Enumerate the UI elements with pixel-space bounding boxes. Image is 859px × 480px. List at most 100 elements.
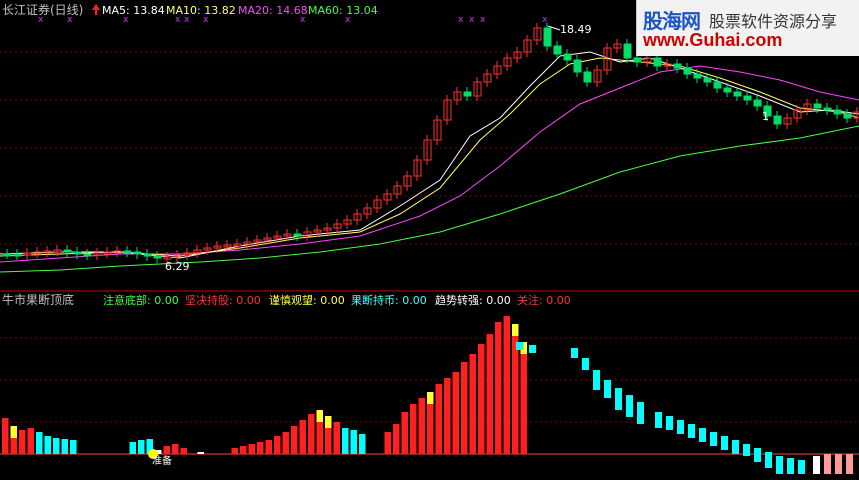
indicator-bar (435, 384, 442, 454)
indicator-bar (19, 430, 26, 454)
up-arrow-icon (92, 4, 100, 15)
indicator-label: 果断持币: 0.00 (351, 293, 427, 307)
indicator-title: 牛市果断顶底 (2, 292, 74, 307)
indicator-bar (299, 420, 306, 454)
indicator-bar-top (325, 416, 332, 428)
indicator-bar (495, 322, 502, 454)
indicator-bar (257, 442, 264, 454)
candle-body (583, 71, 592, 83)
watermark-slogan: 股票软件资源分享 (709, 12, 838, 31)
indicator-bar (478, 344, 485, 454)
indicator-bar (2, 418, 9, 454)
candle-body (813, 103, 822, 109)
indicator-bar (129, 442, 136, 454)
low-price-mark: 1 (762, 110, 769, 123)
candle-body (463, 91, 472, 97)
indicator-bar (180, 448, 187, 454)
candle-body (543, 27, 552, 47)
svg-text:x: x (175, 15, 181, 25)
indicator-bar (308, 414, 315, 454)
candle-body (773, 115, 782, 125)
indicator-bar (384, 432, 391, 454)
candle-body (573, 59, 582, 73)
svg-text:x: x (300, 15, 306, 25)
candle-body (733, 91, 742, 97)
indicator-bar (393, 424, 400, 454)
candle-body (653, 57, 662, 67)
indicator-bar (61, 439, 68, 454)
indicator-bar (36, 432, 43, 454)
indicator-bar (469, 354, 476, 454)
indicator-bar (70, 440, 77, 454)
indicator-bar (342, 428, 349, 454)
candle-body (623, 43, 632, 59)
svg-text:x: x (345, 15, 351, 25)
indicator-bar-top (316, 410, 323, 422)
candle-body (833, 109, 842, 115)
svg-text:x: x (123, 15, 129, 25)
watermark-url: www.Guhai.com (643, 30, 783, 50)
svg-text:x: x (67, 15, 73, 25)
ma20-line (0, 65, 859, 263)
indicator-bar (282, 432, 289, 454)
indicator-bar (163, 446, 170, 454)
indicator-bar (291, 426, 298, 454)
svg-text:x: x (458, 15, 464, 25)
bottom-marker-label: 准备 (152, 454, 172, 467)
candle-body (703, 77, 712, 83)
candle-body (843, 113, 852, 119)
indicator-bar-top (512, 324, 519, 336)
indicator-bar (350, 430, 357, 454)
svg-text:x: x (542, 15, 548, 25)
candle-body (693, 73, 702, 79)
candle-body (123, 250, 132, 254)
low-price-label: 6.29 (165, 260, 190, 273)
candlesticks (3, 23, 859, 263)
indicator-bars[interactable] (2, 316, 527, 454)
indicator-bar (138, 440, 145, 454)
indicator-bar (44, 436, 51, 454)
svg-text:x: x (184, 15, 190, 25)
indicator-legend: 注意底部: 0.00 坚决持股: 0.00 谨慎观望: 0.00 果断持币: 0.00… (103, 293, 571, 307)
indicator-bar (418, 398, 425, 454)
indicator-bar-top (10, 426, 17, 438)
ma-legend: MA5: 13.84 MA10: 13.82 MA20: 14.68 MA60: 13… (102, 4, 378, 17)
ma-label: MA5: 13.84 (102, 4, 165, 17)
indicator-bar (461, 362, 468, 454)
indicator-bar (231, 448, 238, 454)
indicator-label: 趋势转强: 0.00 (435, 293, 511, 307)
indicator-label: 注意底部: 0.00 (103, 293, 179, 307)
svg-text:x: x (38, 15, 44, 25)
indicator-bar (172, 444, 179, 454)
indicator-bar (401, 412, 408, 454)
candle-body (823, 107, 832, 111)
indicator-bar (333, 422, 340, 454)
indicator-bar (452, 372, 459, 454)
main-chart[interactable] (0, 51, 859, 273)
indicator-bar (486, 334, 493, 454)
indicator-bar (274, 436, 281, 454)
candle-body (563, 53, 572, 61)
indicator-bar (520, 342, 527, 454)
ma-label: MA60: 13.04 (308, 4, 378, 17)
candle-body (553, 45, 562, 55)
candle-body (673, 63, 682, 69)
ma-label: MA20: 14.68 (238, 4, 308, 17)
indicator-bar (53, 438, 60, 454)
indicator-bar (248, 444, 255, 454)
candle-body (63, 249, 72, 253)
candle-body (713, 81, 722, 89)
ma60-line (0, 125, 859, 273)
indicator-bar (410, 404, 417, 454)
indicator-bar (444, 378, 451, 454)
svg-text:x: x (480, 15, 486, 25)
candle-body (13, 253, 22, 257)
indicator-label: 坚决持股: 0.00 (185, 293, 261, 307)
candle-body (683, 67, 692, 75)
svg-text:x: x (469, 15, 475, 25)
indicator-bar (503, 316, 510, 454)
indicator-label: 关注: 0.00 (517, 293, 571, 307)
candle-body (633, 57, 642, 63)
indicator-bar (240, 446, 247, 454)
candle-body (153, 255, 162, 259)
